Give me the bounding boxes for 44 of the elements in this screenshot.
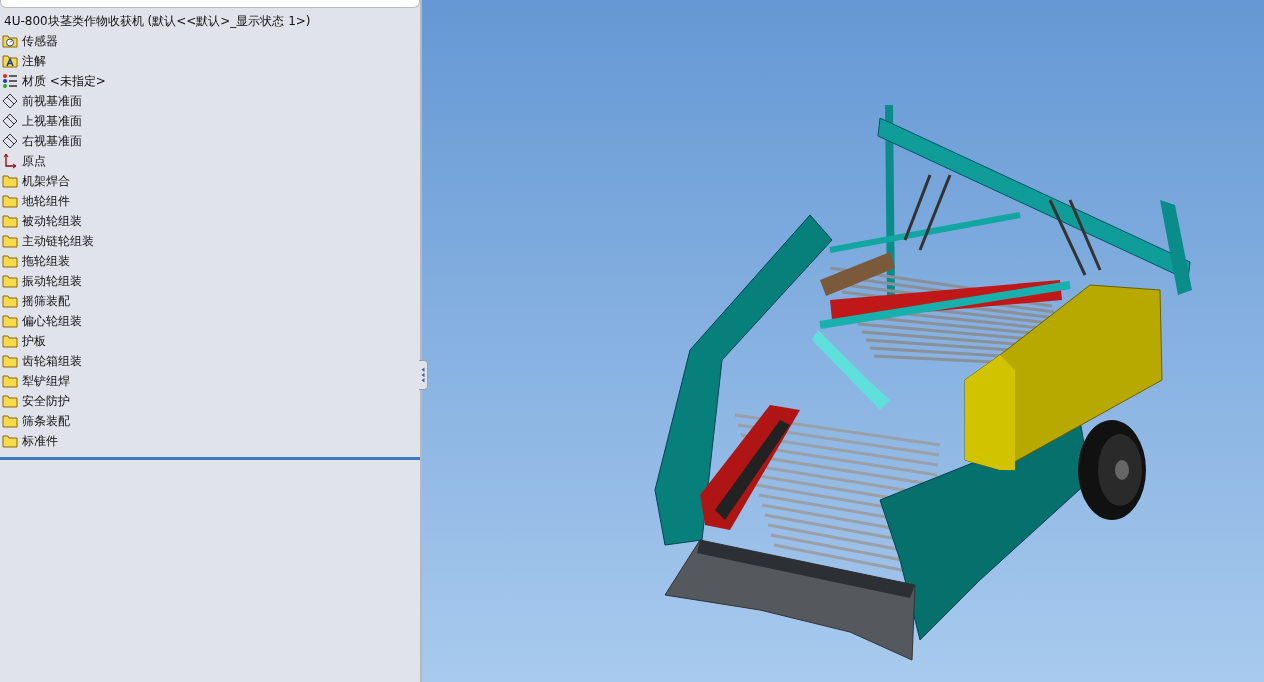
folder-icon bbox=[2, 253, 18, 269]
plane-icon bbox=[2, 93, 18, 109]
folder-icon bbox=[2, 413, 18, 429]
tree-item[interactable]: 被动轮组装 bbox=[22, 212, 82, 230]
folder-icon bbox=[2, 233, 18, 249]
tree-item[interactable]: 材质 <未指定> bbox=[22, 72, 106, 90]
graphics-viewport[interactable] bbox=[422, 0, 1264, 682]
folder-icon bbox=[2, 393, 18, 409]
folder-icon bbox=[2, 373, 18, 389]
tree-item[interactable]: 摇筛装配 bbox=[22, 292, 70, 310]
tree-item[interactable]: 标准件 bbox=[22, 432, 58, 450]
folder-icon bbox=[2, 433, 18, 449]
tree-item[interactable]: 安全防护 bbox=[22, 392, 70, 410]
tree-item[interactable]: 犁铲组焊 bbox=[22, 372, 70, 390]
tree-item[interactable]: 右视基准面 bbox=[22, 132, 82, 150]
tree-item[interactable]: 注解 bbox=[22, 52, 46, 70]
assembly-name[interactable]: 4U-800块茎类作物收获机 (默认<<默认>_显示状态 1>) bbox=[2, 11, 420, 31]
folder-icon bbox=[2, 333, 18, 349]
gauge-folder-icon bbox=[2, 33, 18, 49]
folder-icon bbox=[2, 293, 18, 309]
folder-icon bbox=[2, 353, 18, 369]
tree-item[interactable]: 机架焊合 bbox=[22, 172, 70, 190]
origin-icon bbox=[2, 153, 18, 169]
tree-item[interactable]: 振动轮组装 bbox=[22, 272, 82, 290]
tree-item[interactable]: 原点 bbox=[22, 152, 46, 170]
plane-icon bbox=[2, 133, 18, 149]
folder-icon bbox=[2, 313, 18, 329]
plane-icon bbox=[2, 113, 18, 129]
tree-item[interactable]: 拖轮组装 bbox=[22, 252, 70, 270]
folder-icon bbox=[2, 213, 18, 229]
folder-icon bbox=[2, 173, 18, 189]
annotation-icon bbox=[2, 53, 18, 69]
tree-item[interactable]: 护板 bbox=[22, 332, 46, 350]
folder-icon bbox=[2, 193, 18, 209]
tree-item[interactable]: 齿轮箱组装 bbox=[22, 352, 82, 370]
tree-item[interactable]: 筛条装配 bbox=[22, 412, 70, 430]
tree-item[interactable]: 偏心轮组装 bbox=[22, 312, 82, 330]
tree-item[interactable]: 地轮组件 bbox=[22, 192, 70, 210]
tree-item[interactable]: 主动链轮组装 bbox=[22, 232, 94, 250]
tree-item[interactable]: 前视基准面 bbox=[22, 92, 82, 110]
material-icon bbox=[2, 73, 18, 89]
folder-icon bbox=[2, 273, 18, 289]
tree-item[interactable]: 传感器 bbox=[22, 32, 58, 50]
tree-item[interactable]: 上视基准面 bbox=[22, 112, 82, 130]
